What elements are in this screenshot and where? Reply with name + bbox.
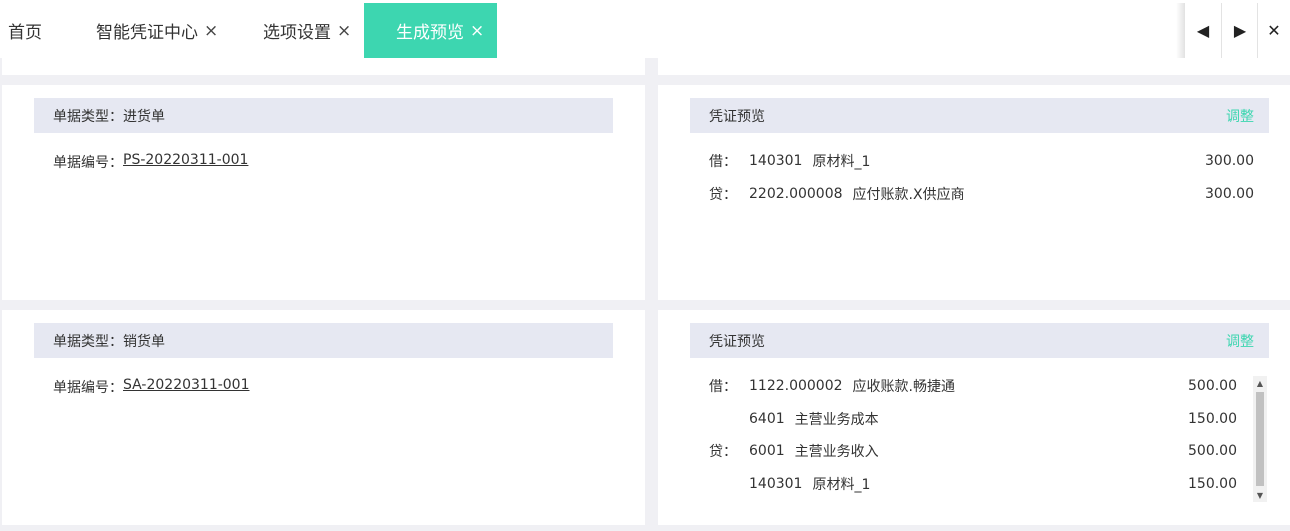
voucher-line: 借： 1122.000002 应收账款.畅捷通 bbox=[709, 376, 955, 396]
bill-type-bar: 单据类型：进货单 bbox=[34, 98, 613, 133]
tab-home[interactable]: 首页 bbox=[8, 3, 42, 58]
adjust-button[interactable]: 调整 bbox=[1226, 323, 1254, 358]
voucher-preview-card: 凭证预览 调整 借： 140301 原材料_1 300.00 贷： 2202.0… bbox=[658, 85, 1290, 300]
account-name: 主营业务成本 bbox=[794, 412, 879, 428]
close-all-tabs-button[interactable]: ✕ bbox=[1257, 3, 1290, 58]
close-icon: ✕ bbox=[1267, 21, 1281, 40]
bill-number-label: 单据编号： bbox=[53, 155, 123, 171]
account-code: 6401 bbox=[749, 411, 785, 427]
voucher-line: 6401 主营业务成本 bbox=[709, 409, 879, 429]
bill-type-label: 单据类型：销货单 bbox=[53, 333, 165, 350]
bill-number: 单据编号： PS-20220311-001 bbox=[53, 152, 248, 172]
bill-number: 单据编号： SA-20220311-001 bbox=[53, 377, 250, 397]
voucher-preview-bar: 凭证预览 调整 bbox=[690, 323, 1269, 358]
account-code: 1122.000002 bbox=[749, 378, 843, 394]
account-code: 140301 bbox=[749, 153, 803, 169]
bill-card: 单据类型：销货单 单据编号： SA-20220311-001 bbox=[2, 310, 645, 525]
voucher-preview-title: 凭证预览 bbox=[709, 108, 765, 125]
voucher-amount: 500.00 bbox=[1188, 378, 1237, 394]
debit-credit-label: 贷： bbox=[709, 444, 737, 460]
tab-bar: 首页 智能凭证中心 × 选项设置 × 生成预览 × ◀ ▶ ✕ bbox=[0, 0, 1290, 58]
voucher-preview-card: 凭证预览 调整 借： 1122.000002 应收账款.畅捷通 500.00 6… bbox=[658, 310, 1290, 525]
account-name: 原材料_1 bbox=[812, 154, 871, 170]
previous-card-bottom-left bbox=[2, 58, 645, 75]
voucher-line: 贷： 2202.000008 应付账款.X供应商 bbox=[709, 184, 965, 204]
tab-smart-voucher-center[interactable]: 智能凭证中心 × bbox=[96, 3, 218, 58]
voucher-amount: 150.00 bbox=[1188, 411, 1237, 427]
tab-option-settings[interactable]: 选项设置 × bbox=[263, 3, 351, 58]
bill-card: 单据类型：进货单 单据编号： PS-20220311-001 bbox=[2, 85, 645, 300]
caret-left-icon: ◀ bbox=[1196, 21, 1210, 40]
tab-prev-button[interactable]: ◀ bbox=[1184, 3, 1221, 58]
close-icon[interactable]: × bbox=[337, 21, 351, 41]
voucher-line: 140301 原材料_1 bbox=[709, 474, 870, 494]
close-icon[interactable]: × bbox=[470, 21, 484, 41]
account-name: 主营业务收入 bbox=[794, 444, 879, 460]
bill-type-label: 单据类型：进货单 bbox=[53, 108, 165, 125]
bill-number-label: 单据编号： bbox=[53, 380, 123, 396]
voucher-amount: 150.00 bbox=[1188, 476, 1237, 492]
bill-type-bar: 单据类型：销货单 bbox=[34, 323, 613, 358]
tab-generate-preview[interactable]: 生成预览 × bbox=[364, 3, 497, 58]
voucher-amount: 300.00 bbox=[1205, 153, 1254, 169]
debit-credit-label: 借： bbox=[709, 154, 737, 170]
voucher-line: 贷： 6001 主营业务收入 bbox=[709, 441, 879, 461]
voucher-amount: 300.00 bbox=[1205, 186, 1254, 202]
tab-smart-voucher-center-label: 智能凭证中心 bbox=[96, 23, 198, 43]
account-name: 应付账款.X供应商 bbox=[852, 187, 965, 203]
tab-generate-preview-label: 生成预览 bbox=[396, 23, 464, 43]
adjust-button[interactable]: 调整 bbox=[1226, 98, 1254, 133]
tab-option-settings-label: 选项设置 bbox=[263, 23, 331, 43]
previous-card-bottom-right bbox=[658, 58, 1290, 75]
scroll-down-arrow-icon[interactable]: ▼ bbox=[1253, 488, 1267, 502]
voucher-preview-bar: 凭证预览 调整 bbox=[690, 98, 1269, 133]
account-name: 原材料_1 bbox=[812, 477, 871, 493]
tab-home-label: 首页 bbox=[8, 23, 42, 43]
scrollbar-thumb[interactable] bbox=[1256, 392, 1264, 486]
voucher-scrollbar[interactable]: ▲ ▼ bbox=[1253, 376, 1267, 502]
account-code: 2202.000008 bbox=[749, 186, 843, 202]
debit-credit-label: 借： bbox=[709, 379, 737, 395]
tab-scroll-shadow bbox=[1176, 3, 1184, 58]
tab-next-button[interactable]: ▶ bbox=[1221, 3, 1258, 58]
scroll-up-arrow-icon[interactable]: ▲ bbox=[1253, 376, 1267, 390]
bill-number-link[interactable]: PS-20220311-001 bbox=[123, 152, 248, 172]
caret-right-icon: ▶ bbox=[1233, 21, 1247, 40]
close-icon[interactable]: × bbox=[204, 21, 218, 41]
voucher-line: 借： 140301 原材料_1 bbox=[709, 151, 870, 171]
bill-number-link[interactable]: SA-20220311-001 bbox=[123, 377, 250, 397]
voucher-preview-title: 凭证预览 bbox=[709, 333, 765, 350]
account-code: 140301 bbox=[749, 476, 803, 492]
account-code: 6001 bbox=[749, 443, 785, 459]
debit-credit-label: 贷： bbox=[709, 187, 737, 203]
account-name: 应收账款.畅捷通 bbox=[852, 379, 955, 395]
voucher-amount: 500.00 bbox=[1188, 443, 1237, 459]
